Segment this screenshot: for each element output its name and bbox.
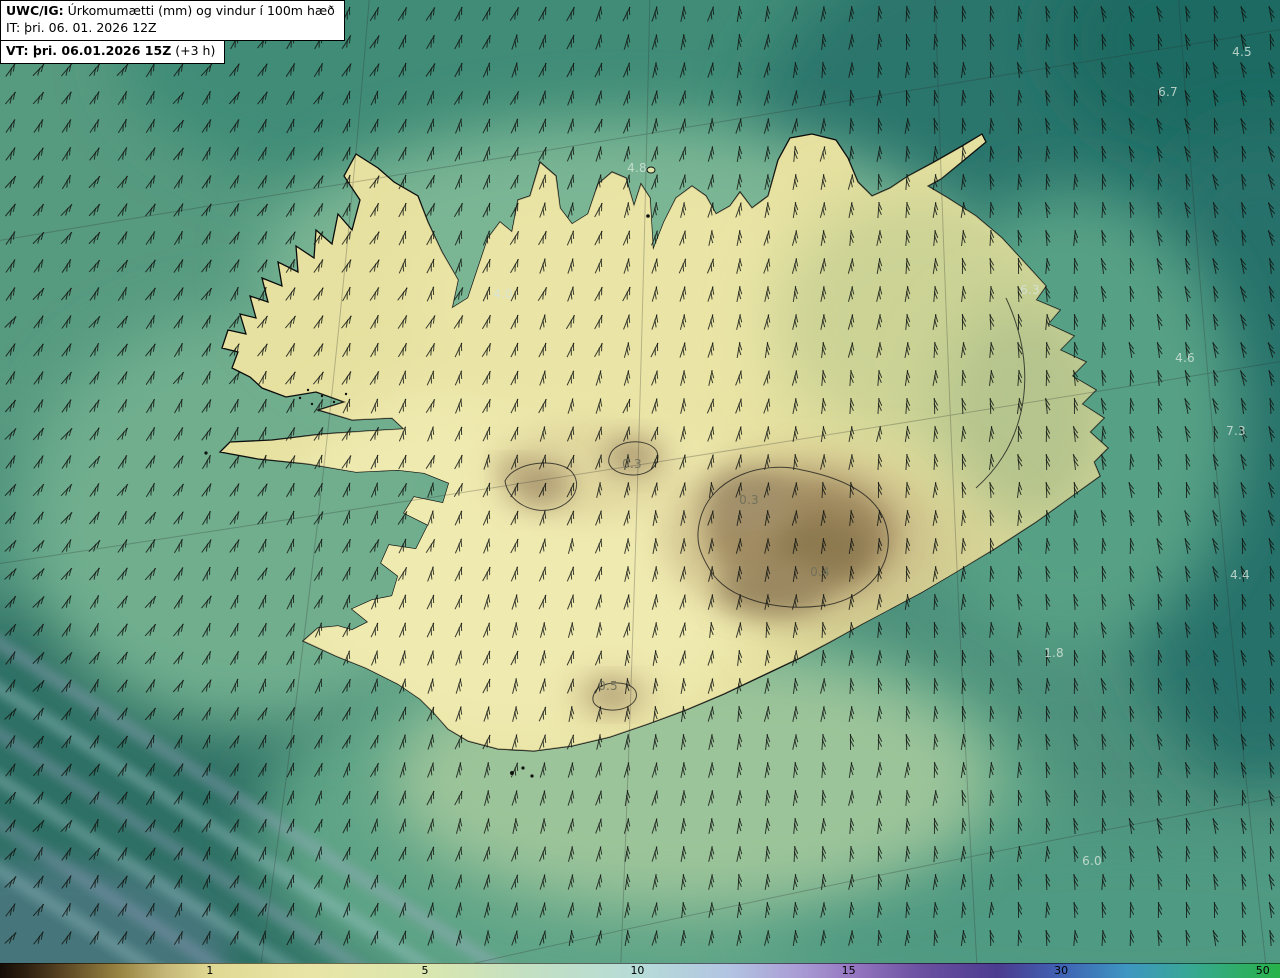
colorbar-tick: 15 [841,964,856,977]
product-code: UWC/IG: [6,3,64,18]
value-label: 6.3 [1020,283,1040,297]
colorbar-tick: 10 [630,964,645,977]
value-label: 4.6 [1175,351,1195,365]
value-label: 6.0 [1082,854,1102,868]
colorbar-tick: 5 [421,964,429,977]
value-label: 4.5 [1232,45,1252,59]
product-title: Úrkomumætti (mm) og vindur í 100m hæð [63,3,335,18]
valid-time: VT: þri. 06.01.2026 15Z [6,42,172,58]
value-label: 0.4 [810,565,830,579]
product-title-line: UWC/IG: Úrkomumætti (mm) og vindur í 100… [6,3,335,20]
value-labels-layer: 4.5 6.7 4.8 4.0 6.3 4.6 7.3 0.3 0.3 0.4 4.4 1.8 0.5 6… [0,0,1280,978]
colorbar: 1 5 10 15 30 50 [0,963,1280,978]
value-label: 7.3 [1226,424,1246,438]
value-label: 0.3 [622,457,642,471]
value-label: 4.0 [493,287,513,301]
value-label: 6.7 [1158,85,1178,99]
value-label: 0.3 [739,493,759,507]
colorbar-tick: 50 [1255,964,1270,977]
colorbar-tick: 1 [206,964,214,977]
weather-map: 4.5 6.7 4.8 4.0 6.3 4.6 7.3 0.3 0.3 0.4 4.4 1.8 0.5 6… [0,0,1280,978]
title-box-main: UWC/IG: Úrkomumætti (mm) og vindur í 100… [0,0,345,41]
colorbar-tick: 30 [1054,964,1069,977]
valid-offset: (+3 h) [171,42,216,58]
value-label: 1.8 [1044,646,1064,660]
title-box: UWC/IG: Úrkomumætti (mm) og vindur í 100… [0,0,345,64]
value-label: 4.8 [627,161,647,175]
value-label: 4.4 [1230,568,1250,582]
init-time-line: IT: þri. 06. 01. 2026 12Z [6,19,157,35]
title-box-valid: VT: þri. 06.01.2026 15Z (+3 h) [0,39,226,64]
value-label: 0.5 [598,679,618,693]
